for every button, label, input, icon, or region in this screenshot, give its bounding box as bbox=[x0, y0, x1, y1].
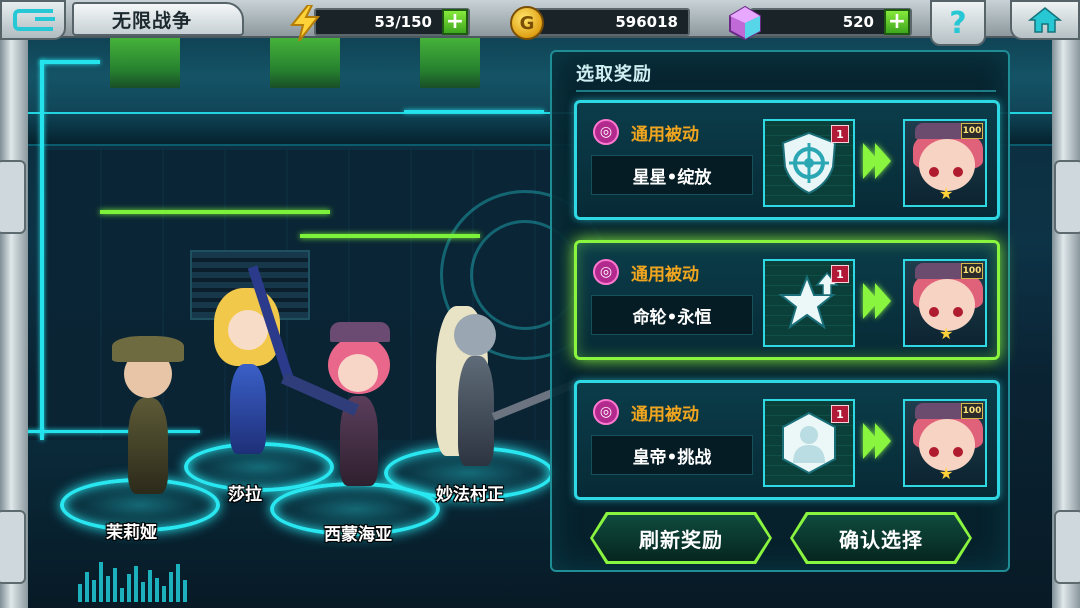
neon-line bbox=[404, 110, 544, 113]
reward-type: ◎ 通用被动 bbox=[593, 399, 699, 425]
target-shield-icon bbox=[781, 131, 837, 195]
skill-icon-frame: 1 bbox=[763, 399, 855, 487]
left-frame-rail bbox=[0, 40, 28, 608]
neon-line bbox=[100, 210, 330, 214]
upgrade-arrow-icon bbox=[863, 143, 891, 179]
equalizer-decoration bbox=[78, 562, 187, 602]
hero-level-badge: 100 bbox=[961, 263, 983, 279]
reward-panel-title: 选取奖励 bbox=[576, 64, 652, 85]
hero-molia[interactable] bbox=[98, 336, 198, 496]
upgrade-arrow-icon bbox=[863, 423, 891, 459]
confirm-selection-button[interactable]: 确认选择 bbox=[790, 512, 972, 564]
star-icon: ★ bbox=[939, 184, 954, 203]
gold-counter: 596018 bbox=[530, 8, 690, 36]
confirm-selection-label: 确认选择 bbox=[839, 527, 923, 552]
hero-body bbox=[458, 356, 494, 466]
hero-level-badge: 100 bbox=[961, 403, 983, 419]
hero-muramasa[interactable] bbox=[420, 296, 579, 472]
top-bar: 无限战争 53/150 + 596018 G 520 + ? bbox=[0, 0, 1080, 46]
upgrade-arrow-icon bbox=[863, 283, 891, 319]
home-icon bbox=[1028, 7, 1062, 33]
hero-name-label: 妙法村正 bbox=[436, 485, 504, 505]
skill-level-badge: 1 bbox=[831, 405, 849, 423]
reward-card[interactable]: ◎ 通用被动 星星•绽放 1 100 ★ bbox=[574, 100, 1000, 220]
hero-hat bbox=[112, 336, 184, 362]
page-title-plate: 无限战争 bbox=[72, 2, 244, 36]
hero-portrait: 100 ★ bbox=[903, 399, 987, 487]
skill-icon-frame: 1 bbox=[763, 119, 855, 207]
skill-name: 命轮•永恒 bbox=[591, 295, 753, 335]
gold-coin-icon: G bbox=[508, 4, 546, 42]
panel-divider bbox=[576, 90, 996, 92]
energy-counter: 53/150 + bbox=[314, 8, 470, 36]
gem-value: 520 bbox=[842, 13, 874, 31]
reward-type-label: 通用被动 bbox=[631, 404, 699, 425]
hero-sarah[interactable] bbox=[196, 265, 296, 458]
passive-skill-icon: ◎ bbox=[593, 259, 619, 285]
passive-skill-icon: ◎ bbox=[593, 119, 619, 145]
star-icon: ★ bbox=[939, 464, 954, 483]
refresh-rewards-button[interactable]: 刷新奖励 bbox=[590, 512, 772, 564]
neon-line bbox=[40, 60, 100, 64]
gold-value: 596018 bbox=[615, 13, 678, 31]
skill-name: 星星•绽放 bbox=[591, 155, 753, 195]
skill-level-badge: 1 bbox=[831, 125, 849, 143]
skill-name: 皇帝•挑战 bbox=[591, 435, 753, 475]
reward-card[interactable]: ◎ 通用被动 皇帝•挑战 1 100 ★ bbox=[574, 380, 1000, 500]
reward-type: ◎ 通用被动 bbox=[593, 259, 699, 285]
reward-card-selected[interactable]: ◎ 通用被动 命轮•永恒 1 100 ★ bbox=[574, 240, 1000, 360]
hero-name-label: 莎拉 bbox=[228, 485, 262, 505]
hero-simonhaiya[interactable] bbox=[281, 318, 410, 488]
right-frame-rail bbox=[1052, 40, 1080, 608]
frame-clamp bbox=[0, 160, 26, 234]
skill-level-badge: 1 bbox=[831, 265, 849, 283]
frame-clamp bbox=[0, 510, 26, 584]
hero-body bbox=[230, 364, 266, 454]
energy-bolt-icon bbox=[286, 4, 324, 42]
reward-type-label: 通用被动 bbox=[631, 124, 699, 145]
hero-body bbox=[128, 398, 168, 494]
help-button[interactable]: ? bbox=[930, 0, 986, 46]
hero-level-badge: 100 bbox=[961, 123, 983, 139]
hero-head bbox=[228, 310, 268, 350]
back-button[interactable] bbox=[0, 0, 66, 40]
passive-skill-icon: ◎ bbox=[593, 399, 619, 425]
hero-helmet bbox=[454, 314, 496, 356]
hero-name-label: 茉莉娅 bbox=[106, 523, 157, 543]
hero-portrait: 100 ★ bbox=[903, 119, 987, 207]
frame-clamp bbox=[1054, 160, 1080, 234]
neon-line bbox=[300, 234, 480, 238]
refresh-rewards-label: 刷新奖励 bbox=[639, 527, 723, 552]
back-icon bbox=[13, 9, 55, 31]
gem-icon bbox=[726, 4, 764, 42]
add-gems-button[interactable]: + bbox=[884, 9, 910, 35]
home-button[interactable] bbox=[1010, 0, 1080, 40]
hero-cap bbox=[330, 322, 390, 342]
energy-value: 53/150 bbox=[374, 13, 432, 31]
hero-name-label: 西蒙海亚 bbox=[324, 525, 392, 545]
page-title: 无限战争 bbox=[112, 9, 193, 32]
star-icon: ★ bbox=[939, 324, 954, 343]
neon-line bbox=[40, 60, 44, 440]
frame-clamp bbox=[1054, 510, 1080, 584]
skill-icon-frame: 1 bbox=[763, 259, 855, 347]
help-icon: ? bbox=[949, 5, 967, 41]
gem-counter: 520 + bbox=[750, 8, 912, 36]
add-energy-button[interactable]: + bbox=[442, 9, 468, 35]
reward-type: ◎ 通用被动 bbox=[593, 119, 699, 145]
hero-portrait: 100 ★ bbox=[903, 259, 987, 347]
hero-head bbox=[338, 354, 378, 392]
reward-type-label: 通用被动 bbox=[631, 264, 699, 285]
